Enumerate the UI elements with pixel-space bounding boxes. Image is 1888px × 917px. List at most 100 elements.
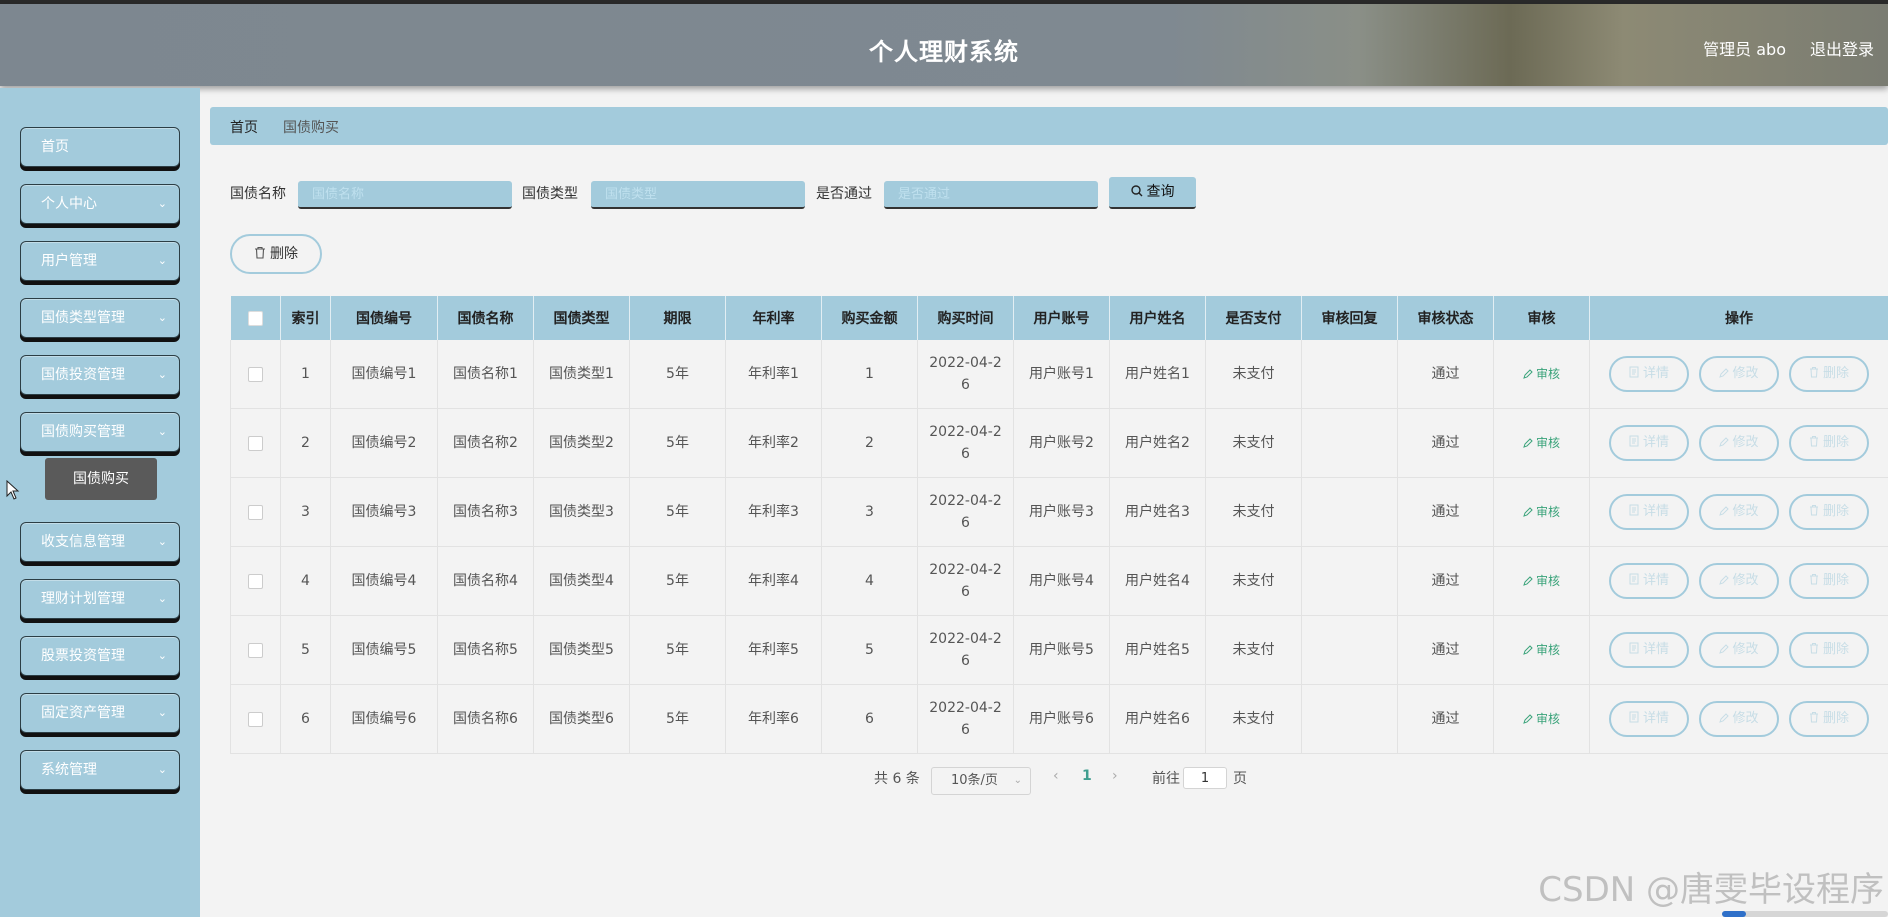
row-select-cell[interactable] — [230, 408, 281, 478]
pagination-page-unit: 页 — [1233, 771, 1247, 787]
edit-button[interactable]: 修改 — [1699, 425, 1779, 461]
detail-button[interactable]: 详情 — [1609, 701, 1689, 737]
sidebar-item-fixed-assets-management[interactable]: 固定资产管理 ⌄ — [20, 693, 180, 733]
delete-button-label: 删除 — [1822, 711, 1849, 726]
chevron-down-icon: ⌄ — [1013, 775, 1022, 786]
cell-account: 用户账号2 — [1013, 408, 1110, 478]
select-all-checkbox[interactable] — [247, 310, 263, 326]
cell-time-day: 6 — [961, 722, 970, 738]
audit-link[interactable]: 审核 — [1523, 505, 1560, 519]
scrollbar-thumb[interactable] — [1722, 911, 1746, 917]
sidebar-item-finance-plan-management[interactable]: 理财计划管理 ⌄ — [20, 579, 180, 619]
sidebar-item-income-expense-management[interactable]: 收支信息管理 ⌄ — [20, 522, 180, 562]
detail-button[interactable]: 详情 — [1609, 494, 1689, 530]
audit-link[interactable]: 审核 — [1523, 367, 1560, 381]
logout-link[interactable]: 退出登录 — [1810, 36, 1874, 60]
delete-button[interactable]: 删除 — [1789, 494, 1869, 530]
sidebar-item-bond-type-management[interactable]: 国债类型管理 ⌄ — [20, 298, 180, 338]
batch-delete-button[interactable]: 删除 — [230, 234, 322, 274]
pagination-prev[interactable]: ‹ — [1053, 768, 1059, 784]
detail-button[interactable]: 详情 — [1609, 425, 1689, 461]
search-input-bond-type[interactable] — [591, 181, 805, 209]
submenu-item-bond-purchase[interactable]: 国债购买 — [45, 458, 157, 500]
row-checkbox[interactable] — [248, 711, 263, 727]
audit-link[interactable]: 审核 — [1523, 574, 1560, 588]
delete-button[interactable]: 删除 — [1789, 632, 1869, 668]
search-icon — [1130, 185, 1142, 197]
cell-paid: 未支付 — [1205, 546, 1302, 616]
page-size-select[interactable]: 10条/页 ⌄ — [931, 767, 1031, 795]
delete-button[interactable]: 删除 — [1789, 356, 1869, 392]
delete-button[interactable]: 删除 — [1789, 701, 1869, 737]
edit-button[interactable]: 修改 — [1699, 494, 1779, 530]
cell-name: 国债名称4 — [437, 546, 534, 616]
cell-type: 国债类型3 — [533, 477, 630, 547]
select-all-cell[interactable] — [230, 296, 281, 340]
cell-term: 5年 — [629, 615, 726, 685]
trash-icon — [1809, 643, 1818, 654]
cell-index: 5 — [280, 615, 331, 685]
column-header-bond-code: 国债编号 — [330, 296, 438, 340]
pagination-next[interactable]: › — [1112, 768, 1118, 784]
audit-link[interactable]: 审核 — [1523, 712, 1560, 726]
row-select-cell[interactable] — [230, 546, 281, 616]
detail-button[interactable]: 详情 — [1609, 632, 1689, 668]
row-checkbox[interactable] — [248, 366, 263, 382]
cell-time-date: 2022-04-2 — [929, 700, 1002, 716]
edit-button-label: 修改 — [1732, 435, 1759, 450]
row-select-cell[interactable] — [230, 477, 281, 547]
column-header-purchase-time: 购买时间 — [917, 296, 1014, 340]
cell-name: 国债名称2 — [437, 408, 534, 478]
sidebar-item-stock-investment-management[interactable]: 股票投资管理 ⌄ — [20, 636, 180, 676]
row-select-cell[interactable] — [230, 684, 281, 754]
row-checkbox[interactable] — [248, 573, 263, 589]
watermark: CSDN @唐雯毕设程序 — [1538, 870, 1884, 910]
cell-term: 5年 — [629, 477, 726, 547]
row-checkbox[interactable] — [248, 504, 263, 520]
row-select-cell[interactable] — [230, 340, 281, 409]
scrollbar[interactable] — [1722, 911, 1888, 917]
breadcrumb-home[interactable]: 首页 — [230, 117, 258, 137]
cell-amount: 2 — [821, 408, 918, 478]
table-row: 4 国债编号4 国债名称4 国债类型4 5年 年利率4 4 2022-04-2 6 用户账号4 用户… — [230, 546, 1888, 616]
pencil-icon — [1523, 507, 1533, 517]
cell-type: 国债类型1 — [533, 340, 630, 409]
sidebar-item-system-management[interactable]: 系统管理 ⌄ — [20, 750, 180, 790]
sidebar-item-home[interactable]: 首页 — [20, 127, 180, 167]
pagination-goto-input[interactable] — [1183, 767, 1227, 789]
column-header-user-name: 用户姓名 — [1109, 296, 1206, 340]
edit-button-label: 修改 — [1732, 711, 1759, 726]
audit-link[interactable]: 审核 — [1523, 436, 1560, 450]
pagination-page-1[interactable]: 1 — [1082, 768, 1092, 784]
detail-button[interactable]: 详情 — [1609, 563, 1689, 599]
sidebar-item-bond-purchase-management[interactable]: 国债购买管理 ⌄ — [20, 412, 180, 452]
column-header-bond-type: 国债类型 — [533, 296, 630, 340]
cell-rate: 年利率6 — [725, 684, 822, 754]
audit-link[interactable]: 审核 — [1523, 643, 1560, 657]
sidebar-item-bond-investment-management[interactable]: 国债投资管理 ⌄ — [20, 355, 180, 395]
delete-button[interactable]: 删除 — [1789, 425, 1869, 461]
cell-purchase-time: 2022-04-2 6 — [917, 477, 1014, 547]
search-input-bond-name[interactable] — [298, 181, 512, 209]
delete-button-label: 删除 — [1822, 573, 1849, 588]
row-checkbox[interactable] — [248, 435, 263, 451]
cell-code: 国债编号2 — [330, 408, 438, 478]
sidebar-item-label: 国债类型管理 — [41, 310, 125, 326]
sidebar-item-personal-center[interactable]: 个人中心 ⌄ — [20, 184, 180, 224]
mouse-cursor-icon — [6, 480, 20, 500]
sidebar-item-user-management[interactable]: 用户管理 ⌄ — [20, 241, 180, 281]
row-select-cell[interactable] — [230, 615, 281, 685]
trash-icon — [255, 246, 265, 259]
search-button[interactable]: 查询 — [1109, 177, 1196, 209]
delete-button-label: 删除 — [1822, 642, 1849, 657]
column-header-user-account: 用户账号 — [1013, 296, 1110, 340]
edit-button[interactable]: 修改 — [1699, 356, 1779, 392]
edit-button[interactable]: 修改 — [1699, 632, 1779, 668]
sidebar-item-label: 股票投资管理 — [41, 648, 125, 664]
row-checkbox[interactable] — [248, 642, 263, 658]
detail-button[interactable]: 详情 — [1609, 356, 1689, 392]
search-input-approved[interactable] — [884, 181, 1098, 209]
edit-button[interactable]: 修改 — [1699, 563, 1779, 599]
delete-button[interactable]: 删除 — [1789, 563, 1869, 599]
edit-button[interactable]: 修改 — [1699, 701, 1779, 737]
